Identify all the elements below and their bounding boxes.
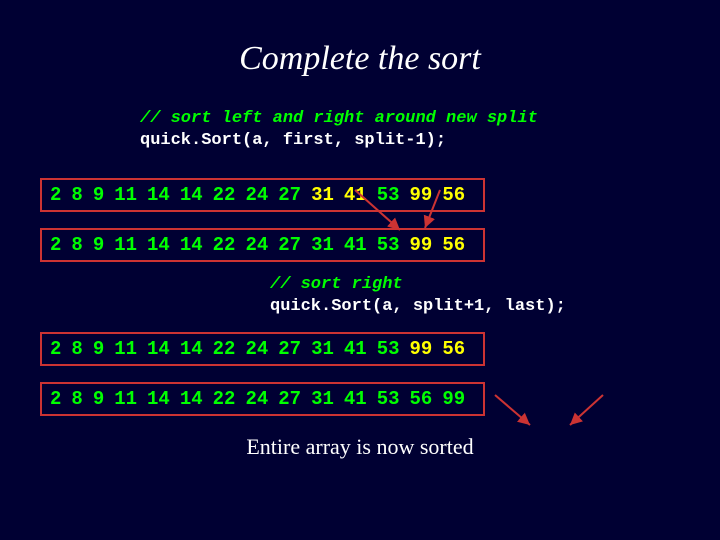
array-cell: 8 [71, 388, 82, 410]
code1-comment: // sort left and right around new split [140, 109, 538, 128]
array-cell: 2 [50, 234, 61, 256]
array-cell: 27 [278, 338, 301, 360]
array-cell: 2 [50, 184, 61, 206]
code-block-1: // sort left and right around new split … [140, 108, 690, 152]
array-cell: 24 [245, 388, 268, 410]
array-cell: 24 [245, 234, 268, 256]
code2-call: quick.Sort(a, split+1, last); [270, 297, 566, 316]
array-row-4: 289 11 14 14 22 24 27 31 41 53 56 99 [40, 382, 485, 416]
array-cell: 56 [442, 234, 465, 256]
array-cell: 14 [147, 338, 170, 360]
array-cell: 22 [213, 338, 236, 360]
array-cell: 31 [311, 338, 334, 360]
array-cell: 22 [213, 184, 236, 206]
array-cell: 56 [410, 388, 433, 410]
array-cell: 14 [147, 234, 170, 256]
array-cell: 41 [344, 184, 367, 206]
array-cell: 14 [180, 184, 203, 206]
array-cell: 14 [180, 388, 203, 410]
array-cell: 11 [114, 388, 137, 410]
array-cell: 14 [147, 184, 170, 206]
array-cell: 41 [344, 388, 367, 410]
array-cell: 27 [278, 184, 301, 206]
array-cell: 56 [442, 184, 465, 206]
array-cell: 99 [442, 388, 465, 410]
array-cell: 31 [311, 184, 334, 206]
array-cell: 99 [410, 184, 433, 206]
array-cell: 9 [93, 184, 104, 206]
array-cell: 31 [311, 234, 334, 256]
array-cell: 2 [50, 388, 61, 410]
array-cell: 53 [377, 388, 400, 410]
code-block-2: // sort right quick.Sort(a, split+1, las… [270, 274, 690, 318]
array-cell: 99 [410, 338, 433, 360]
array-cell: 11 [114, 234, 137, 256]
array-cell: 14 [180, 338, 203, 360]
array-cell: 24 [245, 184, 268, 206]
array-cell: 9 [93, 338, 104, 360]
array-cell: 8 [71, 234, 82, 256]
code1-call: quick.Sort(a, first, split-1); [140, 131, 446, 150]
array-cell: 9 [93, 234, 104, 256]
array-cell: 56 [442, 338, 465, 360]
array-row-2: 289 11 14 14 22 24 27 31 41 53 99 56 [40, 228, 485, 262]
array-cell: 11 [114, 184, 137, 206]
array-cell: 31 [311, 388, 334, 410]
array-cell: 53 [377, 338, 400, 360]
array-cell: 22 [213, 234, 236, 256]
array-row-3: 289 11 14 14 22 24 27 31 41 53 99 56 [40, 332, 485, 366]
array-cell: 11 [114, 338, 137, 360]
array-cell: 41 [344, 234, 367, 256]
array-cell: 8 [71, 338, 82, 360]
caption: Entire array is now sorted [30, 434, 690, 460]
code2-comment: // sort right [270, 275, 403, 294]
slide-title: Complete the sort [170, 40, 550, 78]
array-cell: 14 [147, 388, 170, 410]
array-cell: 14 [180, 234, 203, 256]
array-cell: 22 [213, 388, 236, 410]
array-row-1: 289 11 14 14 22 24 27 31 41 53 99 56 [40, 178, 485, 212]
array-cell: 53 [377, 184, 400, 206]
array-cell: 8 [71, 184, 82, 206]
array-cell: 53 [377, 234, 400, 256]
array-cell: 9 [93, 388, 104, 410]
array-cell: 27 [278, 234, 301, 256]
array-cell: 99 [410, 234, 433, 256]
array-cell: 41 [344, 338, 367, 360]
array-cell: 2 [50, 338, 61, 360]
array-cell: 24 [245, 338, 268, 360]
array-cell: 27 [278, 388, 301, 410]
